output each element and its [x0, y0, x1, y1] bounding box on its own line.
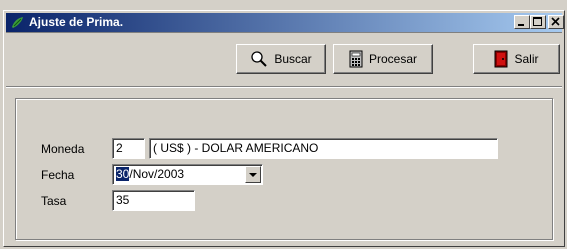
minimize-icon: [518, 24, 524, 26]
procesar-label: Procesar: [368, 52, 418, 66]
maximize-icon: [533, 17, 542, 26]
app-icon: [12, 17, 23, 28]
calculator-icon: [349, 50, 363, 68]
close-icon: [551, 17, 560, 26]
exit-door-icon: [494, 50, 508, 68]
buscar-label: Buscar: [274, 52, 312, 66]
buscar-button[interactable]: Buscar: [236, 44, 326, 74]
moneda-code-input[interactable]: 2: [112, 138, 145, 159]
fecha-label: Fecha: [41, 168, 75, 182]
search-icon: [251, 51, 268, 67]
fecha-month-year: /Nov/2003: [129, 167, 185, 181]
toolbar-separator: [6, 86, 562, 88]
title-bar[interactable]: Ajuste de Prima.: [6, 13, 564, 32]
tasa-input[interactable]: 35: [112, 190, 195, 211]
fecha-dropdown-button[interactable]: [245, 166, 261, 183]
form-groupbox: Moneda 2 ( US$ ) - DOLAR AMERICANO Fecha…: [15, 98, 553, 240]
procesar-button[interactable]: Procesar: [333, 44, 433, 74]
window-title: Ajuste de Prima.: [29, 15, 124, 29]
minimize-button[interactable]: [514, 15, 530, 29]
salir-label: Salir: [514, 52, 539, 66]
moneda-label: Moneda: [41, 142, 85, 156]
moneda-name-field: ( US$ ) - DOLAR AMERICANO: [149, 138, 498, 159]
ajuste-prima-window: Ajuste de Prima. Buscar Procesar Salir M…: [3, 10, 565, 247]
tasa-label: Tasa: [41, 194, 67, 208]
fecha-day-selected: 30: [116, 167, 130, 181]
close-button[interactable]: [548, 15, 564, 29]
toolbar: Buscar Procesar Salir: [6, 32, 562, 85]
maximize-button[interactable]: [530, 15, 546, 29]
fecha-date-picker[interactable]: 30/Nov/2003: [112, 164, 263, 185]
salir-button[interactable]: Salir: [473, 44, 560, 74]
